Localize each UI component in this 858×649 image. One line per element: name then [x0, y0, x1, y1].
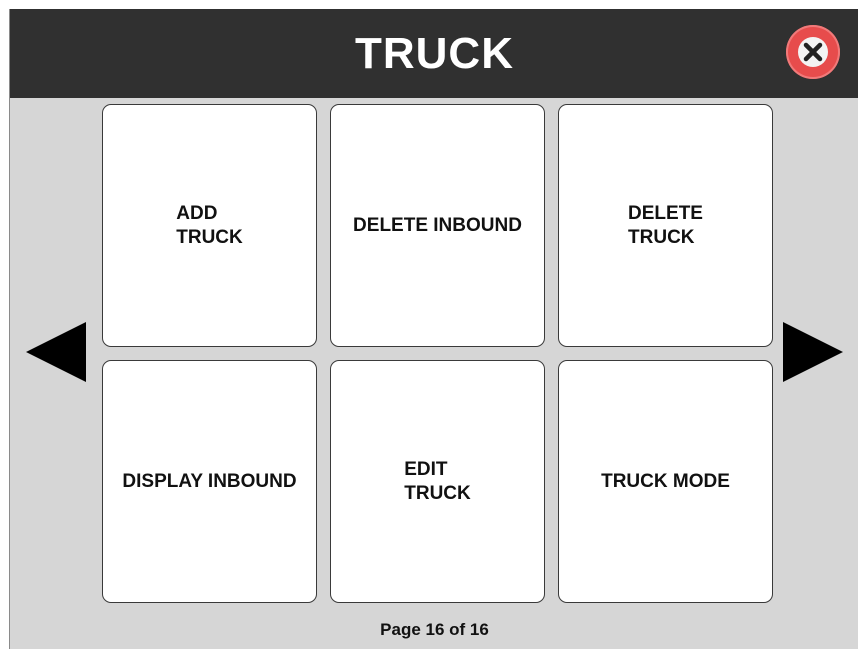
next-page-button[interactable] — [783, 320, 845, 384]
previous-page-button[interactable] — [24, 320, 86, 384]
menu-grid: ADD TRUCK DELETE INBOUND DELETE TRUCK DI… — [102, 104, 774, 604]
edit-truck-label: EDIT TRUCK — [404, 458, 471, 504]
close-button[interactable] — [786, 25, 840, 79]
display-inbound-label: DISPLAY INBOUND — [122, 470, 297, 492]
truck-mode-button[interactable]: TRUCK MODE — [558, 360, 773, 603]
close-x-icon — [803, 42, 823, 62]
delete-truck-button[interactable]: DELETE TRUCK — [558, 104, 773, 347]
edit-truck-button[interactable]: EDIT TRUCK — [330, 360, 545, 603]
left-arrow-icon — [26, 322, 86, 382]
page-indicator: Page 16 of 16 — [380, 620, 489, 639]
delete-inbound-label: DELETE INBOUND — [353, 214, 522, 236]
title-bar: TRUCK — [10, 9, 858, 98]
add-truck-label: ADD TRUCK — [176, 202, 243, 248]
truck-mode-label: TRUCK MODE — [601, 470, 730, 492]
display-inbound-button[interactable]: DISPLAY INBOUND — [102, 360, 317, 603]
truck-menu-window: TRUCK ADD TRUCK DELETE INBOUND DELETE TR… — [9, 9, 858, 649]
delete-truck-label: DELETE TRUCK — [628, 202, 703, 248]
add-truck-button[interactable]: ADD TRUCK — [102, 104, 317, 347]
delete-inbound-button[interactable]: DELETE INBOUND — [330, 104, 545, 347]
right-arrow-icon — [783, 322, 843, 382]
page-title: TRUCK — [355, 29, 514, 78]
